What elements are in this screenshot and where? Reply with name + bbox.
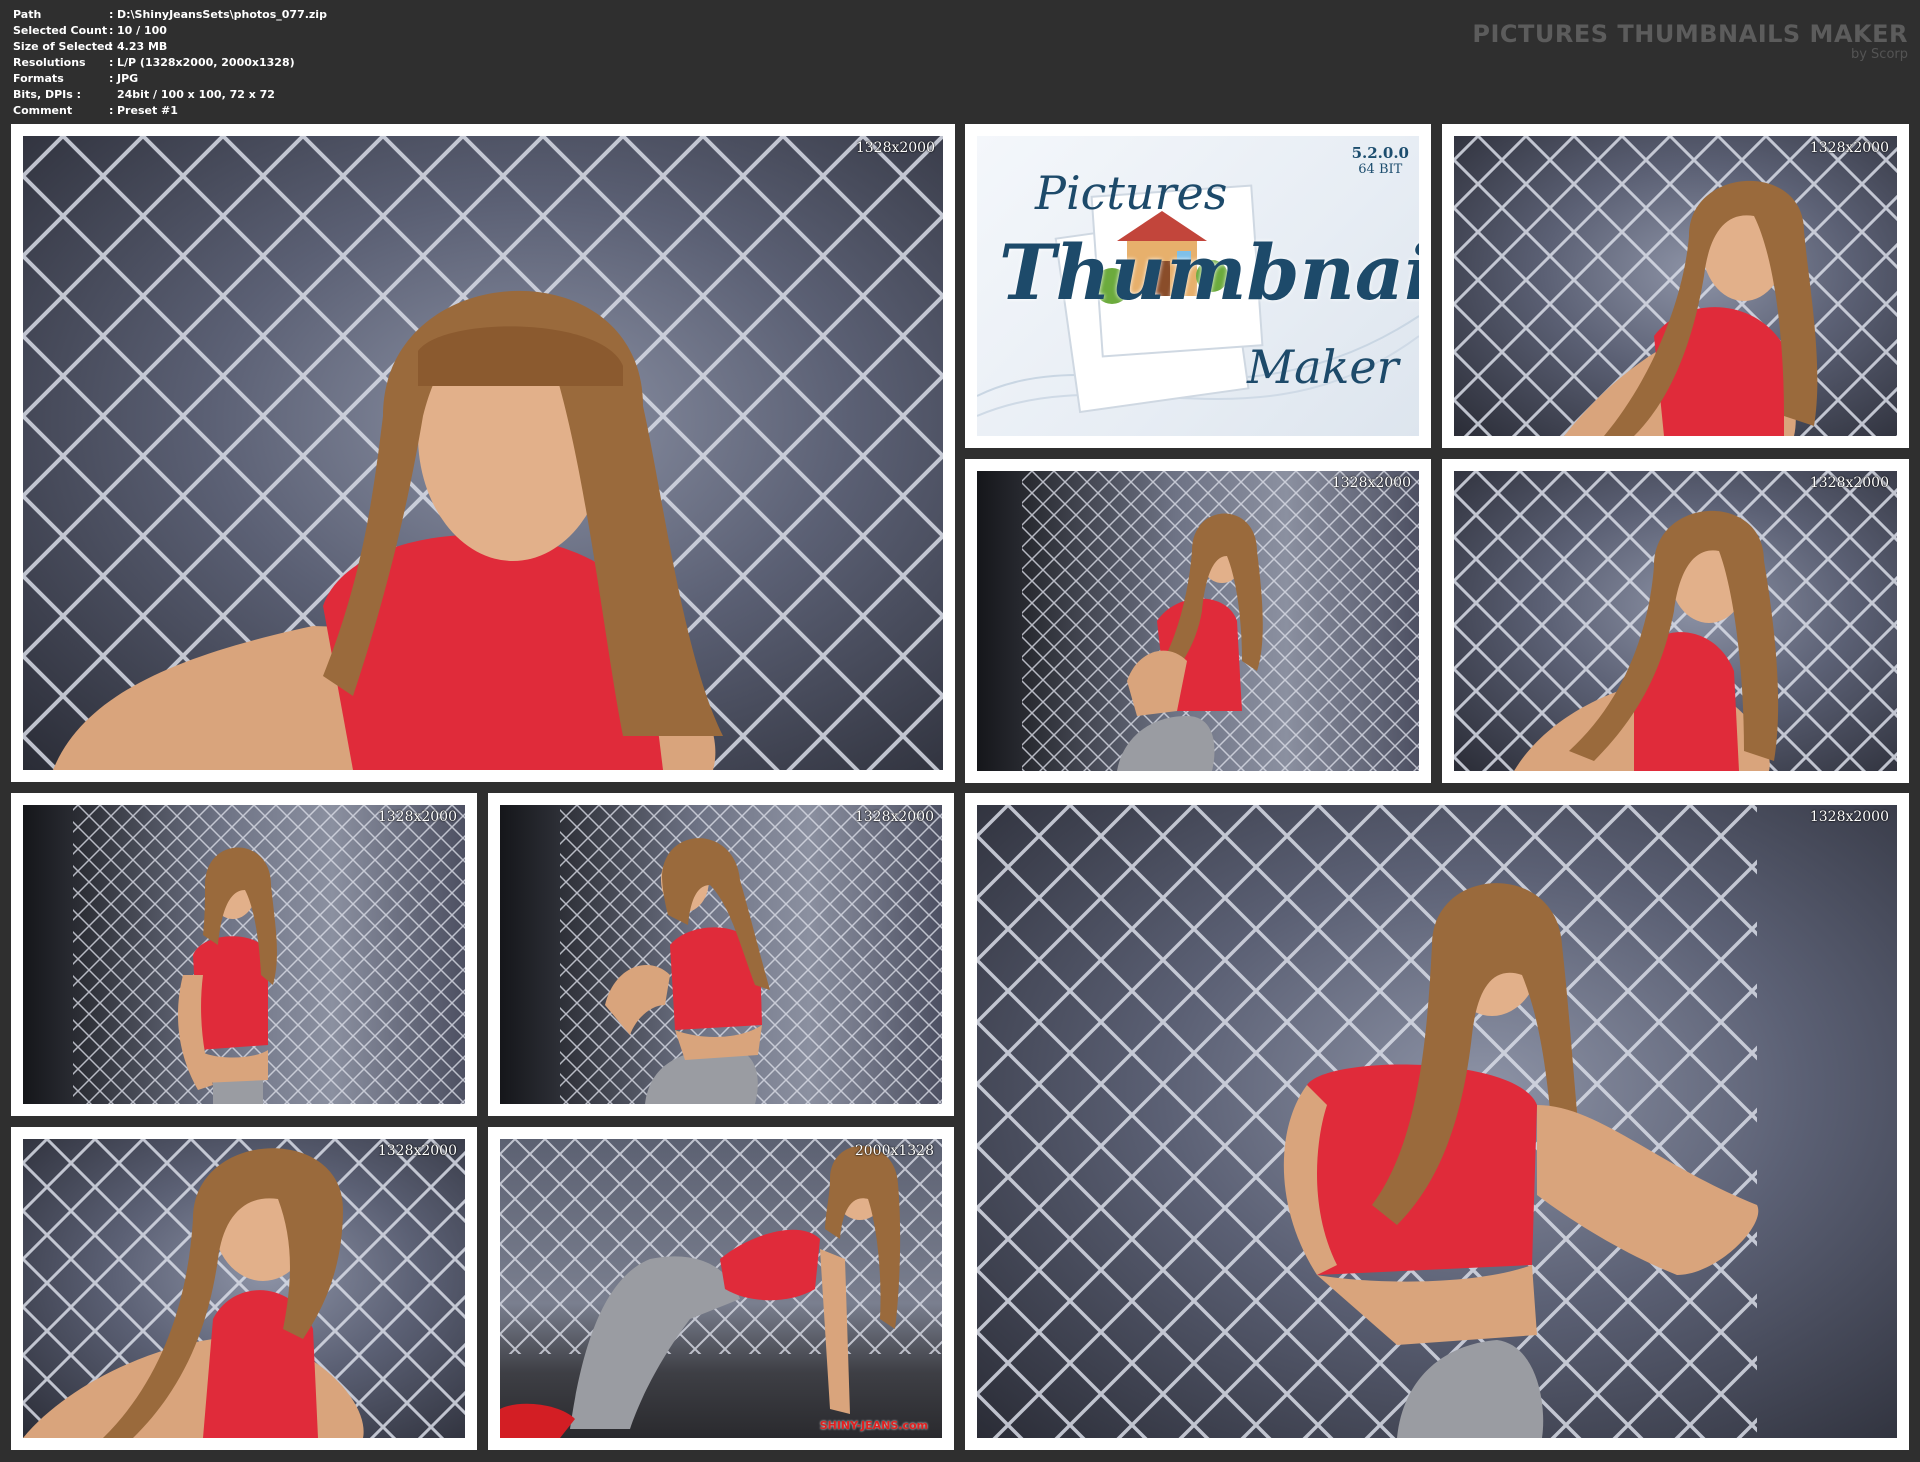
brand-subtitle: by Scorp xyxy=(1850,47,1908,62)
info-row-bits-dpis: Bits, DPIs : 24bit / 100 x 100, 72 x 72 xyxy=(13,87,327,103)
info-row-size: Size of Selected:4.23 MB xyxy=(13,40,168,53)
info-value: 10 / 100 xyxy=(117,24,167,37)
file-info-panel: Path: D:\ShinyJeansSets\photos_077.zip Se… xyxy=(13,7,327,119)
info-key: Comment xyxy=(13,104,73,117)
photo-8: 2000x1328 SHINY-JEANS.com xyxy=(500,1139,942,1438)
version-bits: 64 BIT xyxy=(1358,162,1403,177)
info-row-resolutions: Resolutions: L/P (1328x2000, 2000x1328) xyxy=(13,56,295,69)
resolution-label: 1328x2000 xyxy=(377,809,457,825)
resolution-label: 1328x2000 xyxy=(1809,140,1889,156)
thumbnail-8[interactable]: 2000x1328 SHINY-JEANS.com xyxy=(488,1127,954,1450)
photo-5: 1328x2000 xyxy=(23,805,465,1104)
brand-watermark: PICTURES THUMBNAILS MAKER by Scorp xyxy=(1472,20,1908,62)
info-key: Bits, DPIs : xyxy=(13,88,82,101)
thumbnail-4[interactable]: 1328x2000 xyxy=(1442,459,1909,783)
resolution-label: 1328x2000 xyxy=(1809,809,1889,825)
person-figure xyxy=(53,290,723,770)
person-figure xyxy=(1283,883,1759,1438)
resolution-label: 1328x2000 xyxy=(1809,475,1889,491)
info-value: Preset #1 xyxy=(117,104,178,117)
logo-word-thumbnails: Thumbnails xyxy=(999,228,1419,317)
logo-word-pictures: Pictures xyxy=(1035,166,1228,220)
site-watermark: SHINY-JEANS.com xyxy=(819,1419,928,1432)
photo-1: 1328x2000 xyxy=(23,136,943,770)
info-key: Size of Selected xyxy=(13,40,113,53)
resolution-label: 1328x2000 xyxy=(854,809,934,825)
info-row-path: Path: D:\ShinyJeansSets\photos_077.zip xyxy=(13,8,327,21)
info-value: L/P (1328x2000, 2000x1328) xyxy=(117,56,295,69)
version-number: 5.2.0.0 xyxy=(1351,144,1409,162)
thumbnail-logo[interactable]: Pictures Thumbnails Maker 5.2.0.0 64 BIT xyxy=(965,124,1431,448)
info-value: D:\ShinyJeansSets\photos_077.zip xyxy=(117,8,327,21)
info-value: 24bit / 100 x 100, 72 x 72 xyxy=(117,88,275,101)
app-logo-image: Pictures Thumbnails Maker 5.2.0.0 64 BIT xyxy=(977,136,1419,436)
person-figure xyxy=(1564,180,1818,436)
info-key: Resolutions xyxy=(13,56,86,69)
info-key: Formats xyxy=(13,72,64,85)
thumbnail-2[interactable]: 1328x2000 xyxy=(1442,124,1909,448)
resolution-label: 1328x2000 xyxy=(1331,475,1411,491)
thumbnail-9[interactable]: 1328x2000 xyxy=(965,793,1909,1450)
photo-2: 1328x2000 xyxy=(1454,136,1897,436)
resolution-label: 1328x2000 xyxy=(377,1143,457,1159)
resolution-label: 1328x2000 xyxy=(855,140,935,156)
photo-4: 1328x2000 xyxy=(1454,471,1897,771)
thumbnail-7[interactable]: 1328x2000 xyxy=(11,1127,477,1450)
thumbnail-5[interactable]: 1328x2000 xyxy=(11,793,477,1116)
person-figure xyxy=(178,847,277,1104)
info-key: Path xyxy=(13,8,42,21)
person-figure xyxy=(500,1145,901,1438)
person-figure xyxy=(605,838,770,1104)
person-figure xyxy=(1514,510,1779,771)
thumbnail-6[interactable]: 1328x2000 xyxy=(488,793,954,1116)
version-badge: 5.2.0.0 64 BIT xyxy=(1352,144,1409,177)
logo-word-maker: Maker xyxy=(1247,340,1399,394)
info-row-comment: Comment: Preset #1 xyxy=(13,104,178,117)
brand-title: PICTURES THUMBNAILS MAKER xyxy=(1472,20,1908,48)
photo-9: 1328x2000 xyxy=(977,805,1897,1438)
info-key: Selected Count xyxy=(13,24,108,37)
info-row-formats: Formats: JPG xyxy=(13,72,139,85)
thumbnail-1[interactable]: 1328x2000 xyxy=(11,124,955,782)
person-figure xyxy=(23,1148,364,1438)
photo-7: 1328x2000 xyxy=(23,1139,465,1438)
resolution-label: 2000x1328 xyxy=(854,1143,934,1159)
thumbnail-3[interactable]: 1328x2000 xyxy=(965,459,1431,783)
info-row-selected-count: Selected Count:10 / 100 xyxy=(13,24,167,37)
photo-3: 1328x2000 xyxy=(977,471,1419,771)
info-value: 4.23 MB xyxy=(117,40,168,53)
person-figure xyxy=(1117,513,1263,771)
info-value: JPG xyxy=(117,72,139,85)
photo-6: 1328x2000 xyxy=(500,805,942,1104)
